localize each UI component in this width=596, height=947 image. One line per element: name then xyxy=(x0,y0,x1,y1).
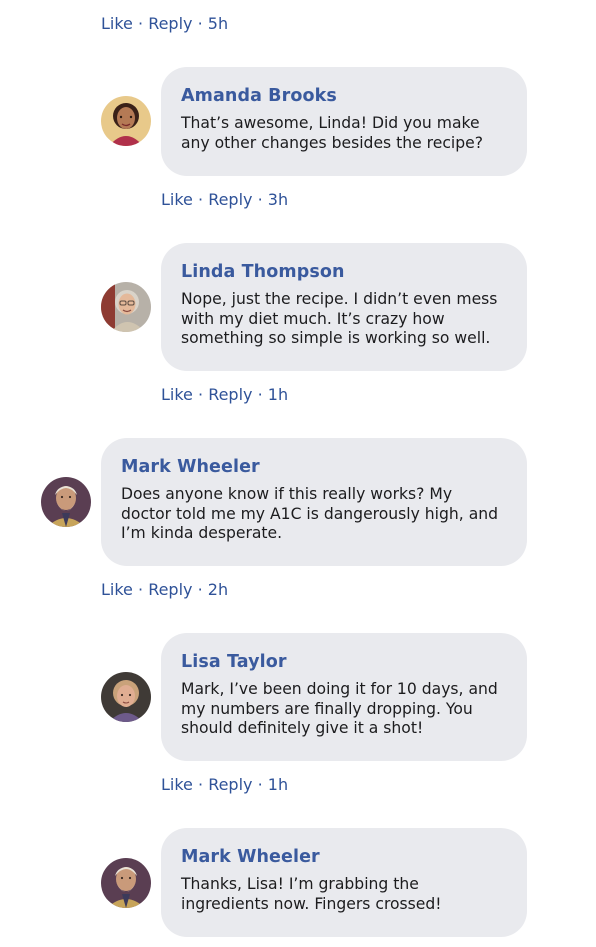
comment-text: That’s awesome, Linda! Did you make any … xyxy=(181,114,483,152)
separator-dot: · xyxy=(257,190,263,209)
avatar[interactable] xyxy=(101,96,151,146)
comment-text: Thanks, Lisa! I’m grabbing the ingredien… xyxy=(181,875,442,913)
like-link[interactable]: Like xyxy=(101,14,133,33)
comment-bubble: Amanda Brooks That’s awesome, Linda! Did… xyxy=(161,67,527,176)
comment-bubble: Linda Thompson Nope, just the recipe. I … xyxy=(161,243,527,371)
timestamp: 1h xyxy=(267,385,289,404)
avatar[interactable] xyxy=(101,672,151,722)
avatar[interactable] xyxy=(41,477,91,527)
comment-text: Does anyone know if this really works? M… xyxy=(121,485,499,542)
comment-actions: Like · Reply · 3h xyxy=(161,190,288,209)
comment-thread: Like · Reply · 5h Amanda Brooks That’s a… xyxy=(0,0,596,947)
comment-author[interactable]: Mark Wheeler xyxy=(121,457,507,477)
timestamp: 2h xyxy=(207,580,229,599)
amanda-avatar-icon xyxy=(101,96,151,146)
separator-dot: · xyxy=(257,385,263,404)
comment-text: Nope, just the recipe. I didn’t even mes… xyxy=(181,290,498,347)
linda-avatar-icon xyxy=(101,282,151,332)
separator-dot: · xyxy=(198,775,204,794)
separator-dot: · xyxy=(197,580,203,599)
like-link[interactable]: Like xyxy=(161,385,193,404)
comment-bubble: Lisa Taylor Mark, I’ve been doing it for… xyxy=(161,633,527,761)
like-link[interactable]: Like xyxy=(161,775,193,794)
comment-author[interactable]: Linda Thompson xyxy=(181,262,507,282)
reply-link[interactable]: Reply xyxy=(208,385,252,404)
comment-author[interactable]: Amanda Brooks xyxy=(181,86,507,106)
comment-actions: Like · Reply · 5h xyxy=(101,14,228,33)
reply-link[interactable]: Reply xyxy=(148,14,192,33)
timestamp: 5h xyxy=(207,14,229,33)
like-link[interactable]: Like xyxy=(101,580,133,599)
comment-bubble: Mark Wheeler Thanks, Lisa! I’m grabbing … xyxy=(161,828,527,937)
comment-author[interactable]: Mark Wheeler xyxy=(181,847,507,867)
separator-dot: · xyxy=(138,14,144,33)
separator-dot: · xyxy=(257,775,263,794)
like-link[interactable]: Like xyxy=(161,190,193,209)
comment-actions: Like · Reply · 1h xyxy=(161,385,288,404)
mark-avatar-icon xyxy=(41,477,91,527)
comment-bubble: Mark Wheeler Does anyone know if this re… xyxy=(101,438,527,566)
timestamp: 3h xyxy=(267,190,289,209)
avatar[interactable] xyxy=(101,858,151,908)
timestamp: 1h xyxy=(267,775,289,794)
comment-text: Mark, I’ve been doing it for 10 days, an… xyxy=(181,680,498,737)
reply-link[interactable]: Reply xyxy=(208,775,252,794)
comment-actions: Like · Reply · 2h xyxy=(101,580,228,599)
reply-link[interactable]: Reply xyxy=(148,580,192,599)
comment-actions: Like · Reply · 1h xyxy=(161,775,288,794)
separator-dot: · xyxy=(138,580,144,599)
mark-avatar-icon xyxy=(101,858,151,908)
comment-author[interactable]: Lisa Taylor xyxy=(181,652,507,672)
separator-dot: · xyxy=(198,190,204,209)
avatar[interactable] xyxy=(101,282,151,332)
reply-link[interactable]: Reply xyxy=(208,190,252,209)
lisa-avatar-icon xyxy=(101,672,151,722)
separator-dot: · xyxy=(198,385,204,404)
separator-dot: · xyxy=(197,14,203,33)
